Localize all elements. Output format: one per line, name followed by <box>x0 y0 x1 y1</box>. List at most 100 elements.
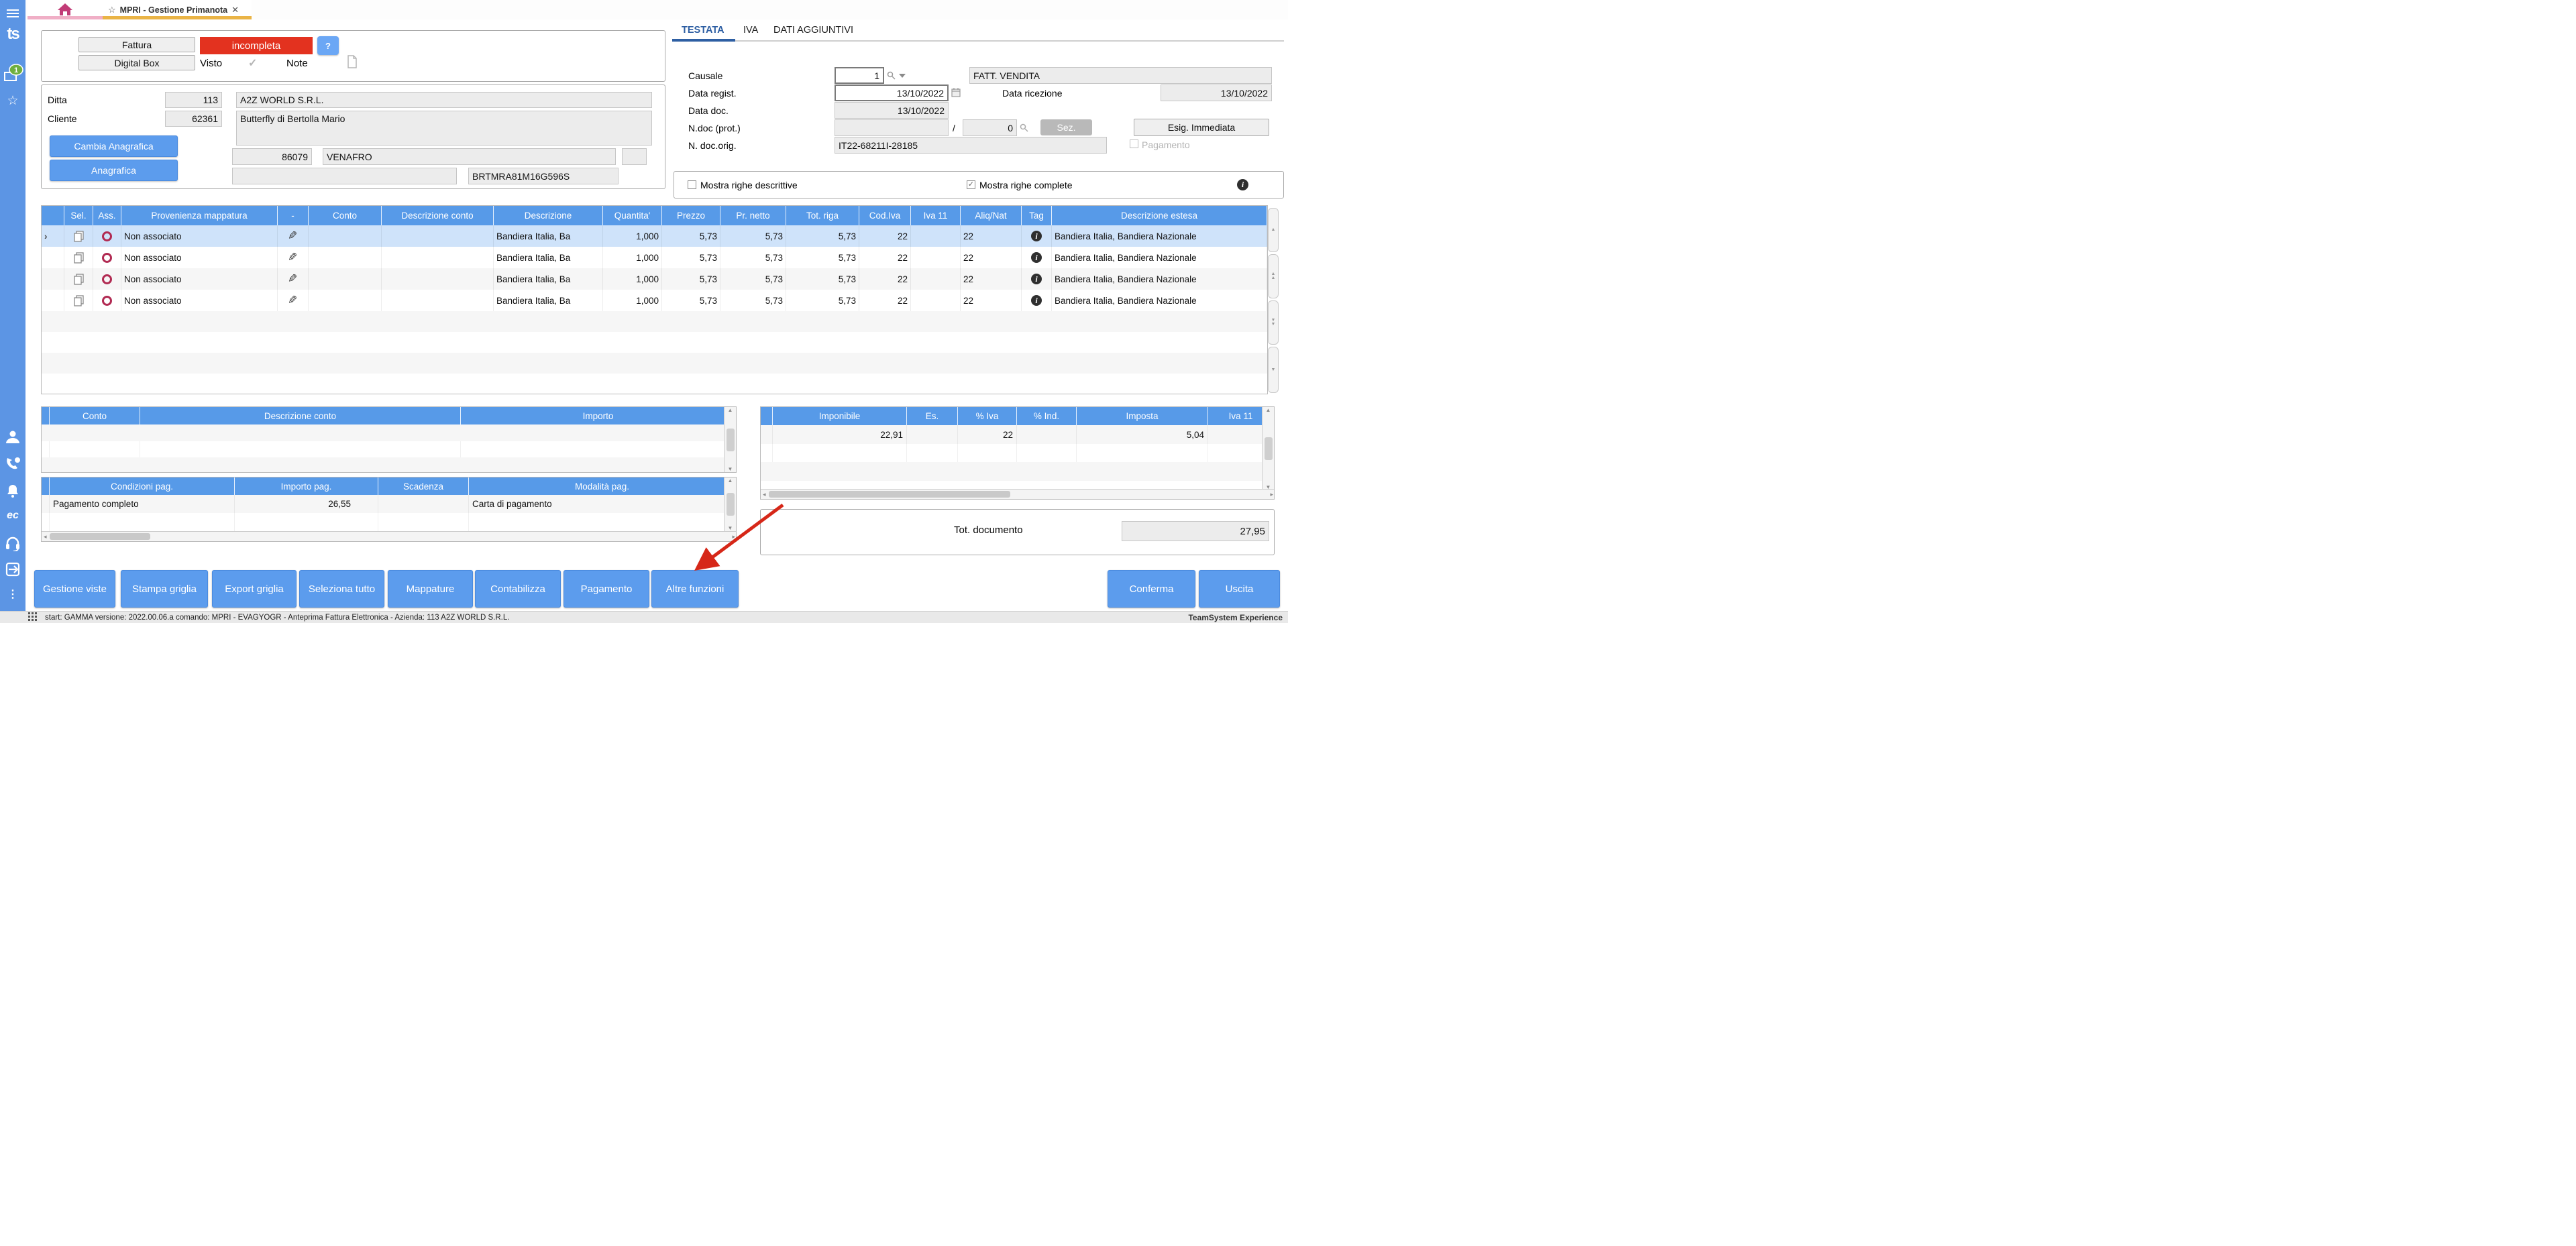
sel-pages-icon[interactable] <box>64 225 93 247</box>
tag-info-icon[interactable]: i <box>1022 225 1052 247</box>
pagamenti-vscrollbar[interactable]: ▲▼ <box>724 477 736 531</box>
anagrafica-button[interactable]: Anagrafica <box>50 160 178 181</box>
grid-col-provenienza[interactable]: Provenienza mappatura <box>121 206 278 225</box>
iva-col-imponibile[interactable]: Imponibile <box>773 407 907 425</box>
grid-col-tag[interactable]: Tag <box>1022 206 1052 225</box>
conto-col-conto[interactable]: Conto <box>50 407 140 424</box>
sel-pages-icon[interactable] <box>64 268 93 290</box>
grid-col-conto[interactable]: Conto <box>309 206 382 225</box>
edit-pencil-icon[interactable]: ✎ <box>278 290 309 311</box>
grid-row[interactable]: Non associato ✎ Bandiera Italia, Ba 1,00… <box>42 290 1267 311</box>
grid-col-descrizione-estesa[interactable]: Descrizione estesa <box>1052 206 1267 225</box>
grid-col-aliq-nat[interactable]: Aliq/Nat <box>961 206 1022 225</box>
sez-button[interactable]: Sez. <box>1040 119 1092 135</box>
tab-close-icon[interactable]: ✕ <box>231 5 239 15</box>
nav-first-icon[interactable]: ▲ <box>1268 208 1279 252</box>
conto-col-descrizione[interactable]: Descrizione conto <box>140 407 461 424</box>
contact-phone-icon[interactable] <box>0 455 25 471</box>
pag-col-condizioni[interactable]: Condizioni pag. <box>50 477 235 495</box>
grid-row[interactable]: Non associato ✎ Bandiera Italia, Ba 1,00… <box>42 268 1267 290</box>
data-regist-input[interactable]: 13/10/2022 <box>835 84 949 101</box>
grid-row[interactable]: Non associato ✎ Bandiera Italia, Ba 1,00… <box>42 247 1267 268</box>
user-profile-icon[interactable] <box>0 429 25 444</box>
tag-info-icon[interactable]: i <box>1022 290 1052 311</box>
grid-col-dash[interactable]: - <box>278 206 309 225</box>
favorites-star-icon[interactable]: ☆ <box>0 93 25 109</box>
exit-icon[interactable] <box>0 562 25 577</box>
tab-testata[interactable]: TESTATA <box>682 25 724 36</box>
contabilizza-button[interactable]: Contabilizza <box>475 570 561 608</box>
altre-funzioni-button[interactable]: Altre funzioni <box>651 570 739 608</box>
home-tab[interactable] <box>28 0 103 19</box>
document-tab[interactable]: ☆ MPRI - Gestione Primanota ✕ <box>103 0 252 19</box>
teamsystem-logo[interactable]: ts <box>0 25 25 44</box>
fattura-button[interactable]: Fattura <box>78 37 195 52</box>
tab-favorite-star-icon[interactable]: ☆ <box>108 5 116 15</box>
export-griglia-button[interactable]: Export griglia <box>212 570 297 608</box>
nav-page-down-icon[interactable]: ▼▼ <box>1268 300 1279 345</box>
conferma-button[interactable]: Conferma <box>1108 570 1195 608</box>
pag-col-importo[interactable]: Importo pag. <box>235 477 378 495</box>
ass-status-icon[interactable] <box>93 290 121 311</box>
sel-pages-icon[interactable] <box>64 247 93 268</box>
cambia-anagrafica-button[interactable]: Cambia Anagrafica <box>50 135 178 157</box>
grid-col-pr-netto[interactable]: Pr. netto <box>720 206 786 225</box>
grid-col-cod-iva[interactable]: Cod.Iva <box>859 206 911 225</box>
gestione-viste-button[interactable]: Gestione viste <box>34 570 115 608</box>
ndoc-num-field[interactable]: 0 <box>963 119 1017 136</box>
causale-dropdown-icon[interactable] <box>899 74 906 78</box>
menu-hamburger-icon[interactable] <box>0 9 25 18</box>
grid-col-descrizione-conto[interactable]: Descrizione conto <box>382 206 494 225</box>
mappature-button[interactable]: Mappature <box>388 570 473 608</box>
conto-col-importo[interactable]: Importo <box>461 407 736 424</box>
nav-page-up-icon[interactable]: ▲▲ <box>1268 254 1279 298</box>
grid-row[interactable]: › Non associato ✎ Bandiera Italia, Ba 1,… <box>42 225 1267 247</box>
notifications-bell-icon[interactable] <box>0 483 25 499</box>
stampa-griglia-button[interactable]: Stampa griglia <box>121 570 208 608</box>
grid-col-descrizione[interactable]: Descrizione <box>494 206 603 225</box>
pagamenti-hscrollbar[interactable]: ◂ ▸ <box>42 531 737 541</box>
ditta-code-field[interactable]: 113 <box>165 92 222 108</box>
tab-dati-aggiuntivi[interactable]: DATI AGGIUNTIVI <box>773 25 853 36</box>
conto-vscrollbar[interactable]: ▲▼ <box>724 407 736 472</box>
ass-status-icon[interactable] <box>93 268 121 290</box>
ec-app-icon[interactable]: ec <box>0 510 25 522</box>
grid-col-tot-riga[interactable]: Tot. riga <box>786 206 859 225</box>
pagamento-button[interactable]: Pagamento <box>564 570 649 608</box>
iva-col-es[interactable]: Es. <box>907 407 958 425</box>
grid-col-ass[interactable]: Ass. <box>93 206 121 225</box>
grid-col-quantita[interactable]: Quantita' <box>603 206 662 225</box>
options-info-icon[interactable]: i <box>1237 179 1248 190</box>
pag-col-scadenza[interactable]: Scadenza <box>378 477 469 495</box>
ndoc-search-icon[interactable] <box>1020 123 1028 132</box>
tab-iva[interactable]: IVA <box>743 25 758 36</box>
help-button[interactable]: ? <box>317 36 339 55</box>
support-headset-icon[interactable] <box>0 535 25 551</box>
ass-status-icon[interactable] <box>93 225 121 247</box>
tag-info-icon[interactable]: i <box>1022 247 1052 268</box>
seleziona-tutto-button[interactable]: Seleziona tutto <box>299 570 384 608</box>
causale-input[interactable]: 1 <box>835 67 884 84</box>
iva-row[interactable]: 22,91 22 5,04 <box>761 425 1274 444</box>
grid-col-sel[interactable]: Sel. <box>64 206 93 225</box>
note-document-icon[interactable] <box>347 55 358 68</box>
nav-last-icon[interactable]: ▼ <box>1268 347 1279 393</box>
causale-search-icon[interactable] <box>887 71 896 80</box>
mostra-complete-checkbox[interactable]: ✓ <box>967 180 975 189</box>
ass-status-icon[interactable] <box>93 247 121 268</box>
iva-vscrollbar[interactable]: ▲▼ <box>1262 407 1274 490</box>
grid-col-prezzo[interactable]: Prezzo <box>662 206 720 225</box>
data-regist-calendar-icon[interactable] <box>951 88 961 97</box>
mostra-descrittive-checkbox[interactable] <box>688 180 696 189</box>
sel-pages-icon[interactable] <box>64 290 93 311</box>
tag-info-icon[interactable]: i <box>1022 268 1052 290</box>
esig-immediata-button[interactable]: Esig. Immediata <box>1134 119 1269 136</box>
edit-pencil-icon[interactable]: ✎ <box>278 268 309 290</box>
app-grid-icon[interactable] <box>28 612 38 622</box>
pag-col-modalita[interactable]: Modalità pag. <box>469 477 736 495</box>
iva-col-perc-ind[interactable]: % Ind. <box>1017 407 1077 425</box>
open-windows-badge-icon[interactable]: 1 <box>0 62 25 84</box>
cliente-code-field[interactable]: 62361 <box>165 111 222 127</box>
uscita-button[interactable]: Uscita <box>1199 570 1280 608</box>
digital-box-button[interactable]: Digital Box <box>78 55 195 70</box>
